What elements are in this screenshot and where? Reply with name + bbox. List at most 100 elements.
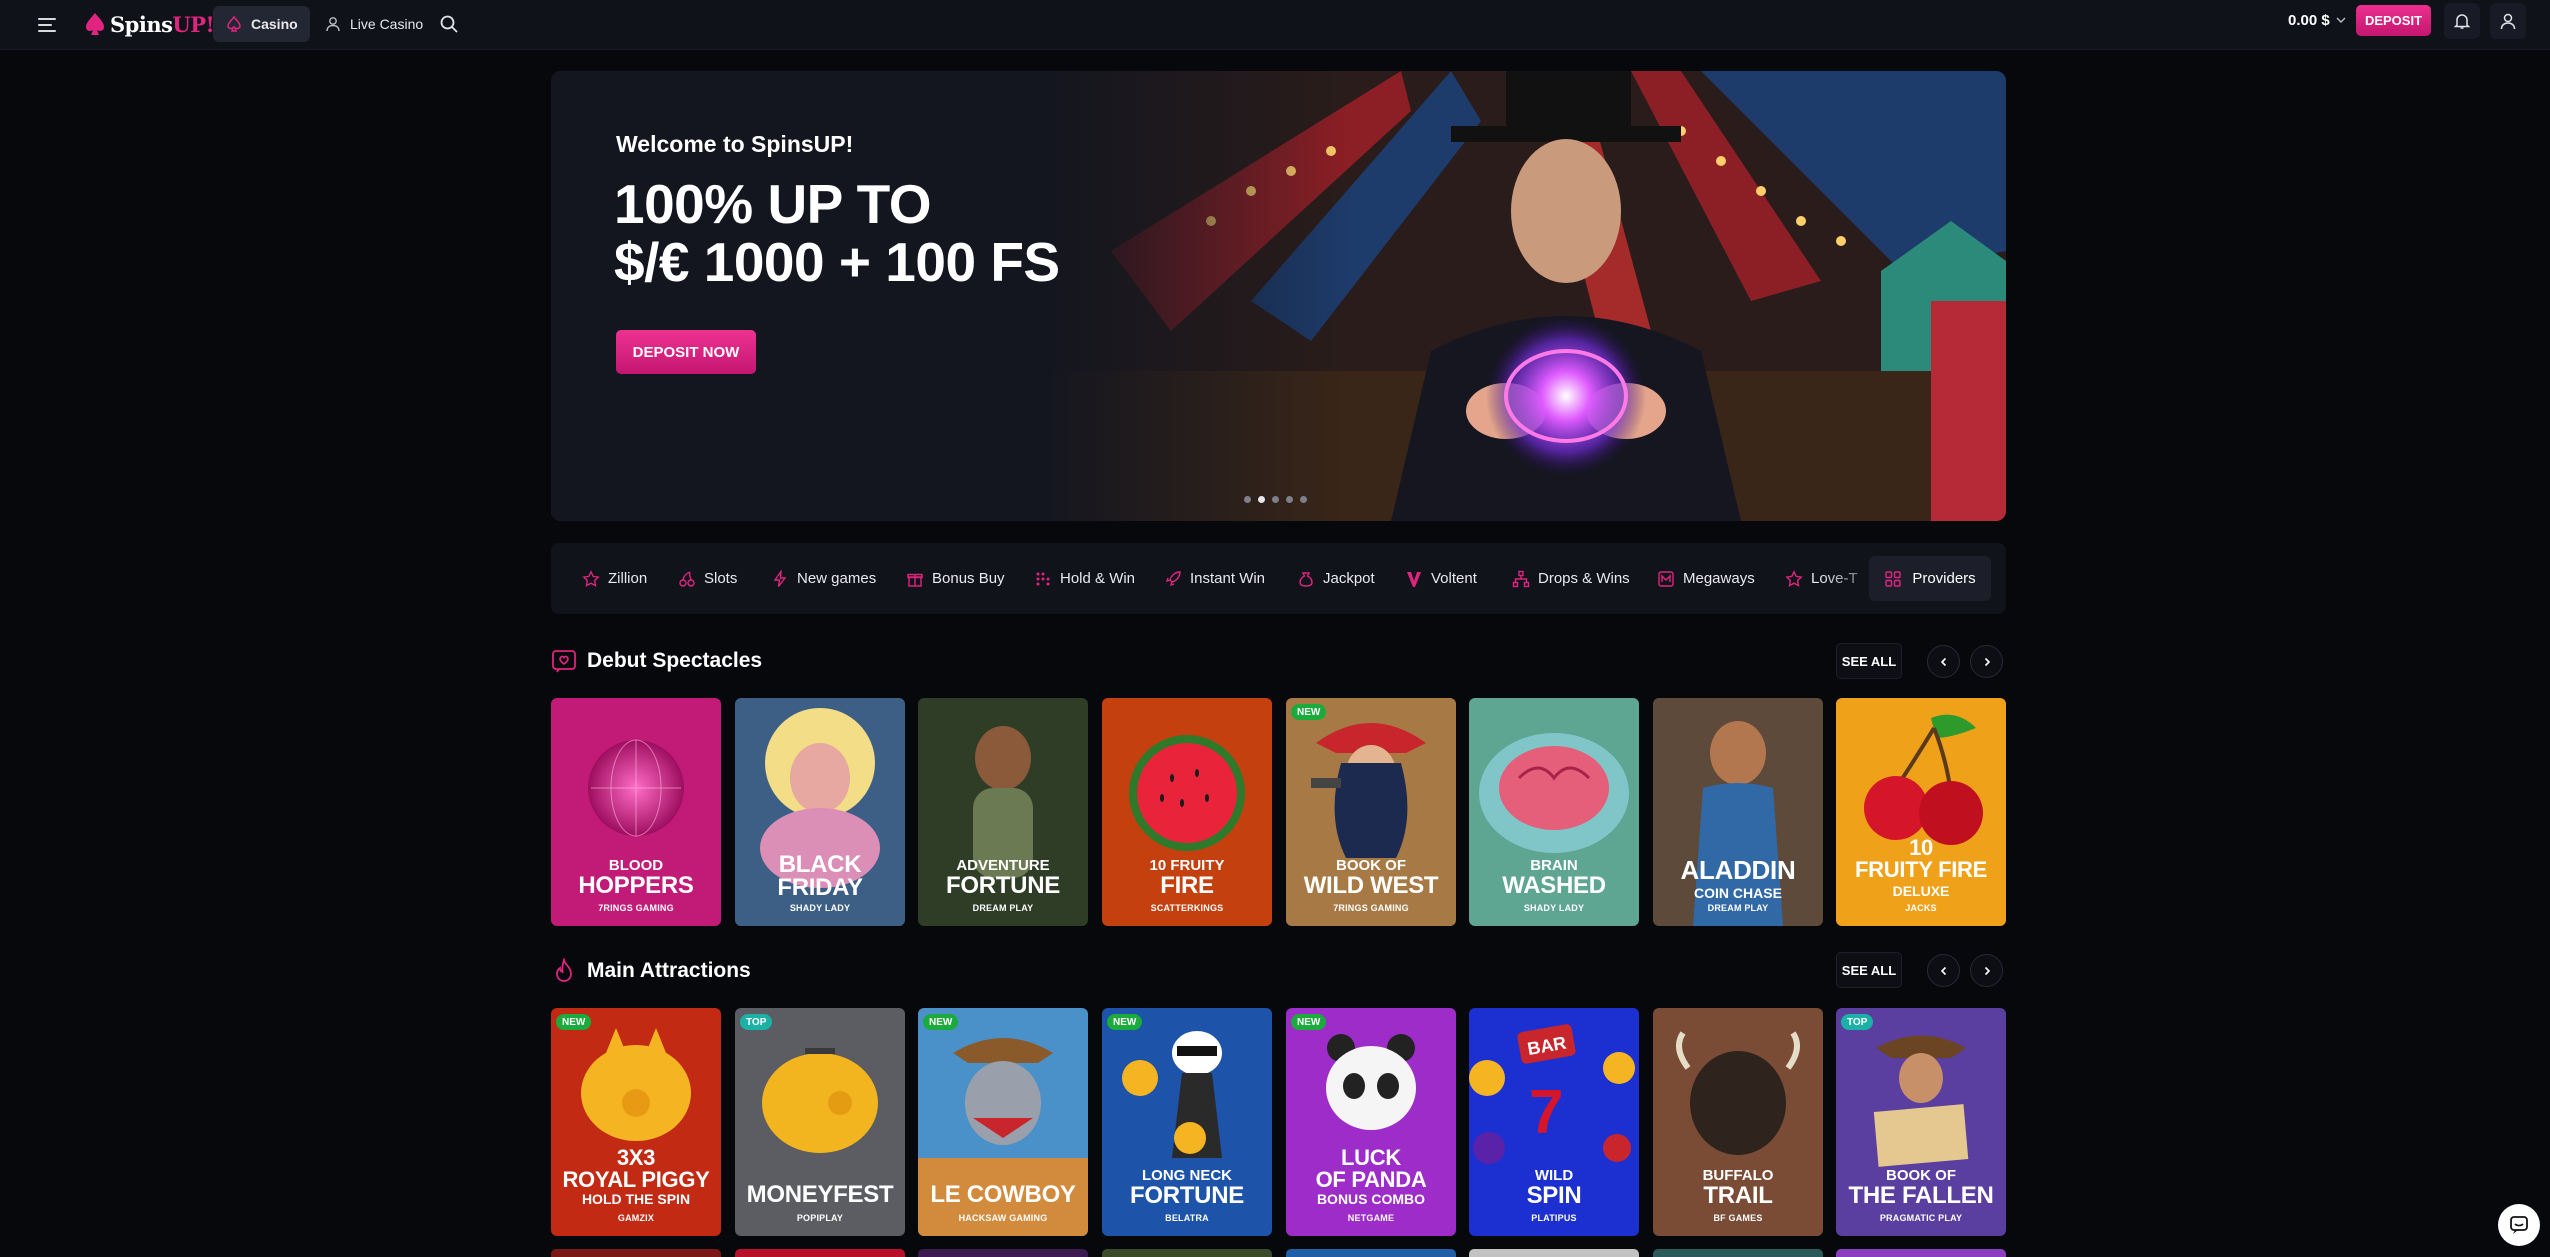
game-card[interactable]: NEW LONG NECK FORTUNE BELATRA	[1102, 1008, 1272, 1236]
network-icon	[1512, 570, 1530, 587]
scroll-right-button[interactable]	[1970, 645, 2003, 678]
category-new-games[interactable]: New games	[771, 543, 876, 614]
game-title: MONEYFEST	[746, 1181, 894, 1208]
carousel-dot[interactable]	[1300, 496, 1307, 503]
game-card-partial[interactable]	[918, 1249, 1088, 1257]
lightning-icon	[773, 569, 787, 587]
game-provider: NETGAME	[1347, 1213, 1395, 1223]
hero-banner[interactable]: Welcome to SpinsUP! 100% UP TO $/€ 1000 …	[551, 71, 2006, 521]
scroll-right-button[interactable]	[1970, 954, 2003, 987]
hero-title-line-2: $/€ 1000 + 100 FS	[614, 231, 1060, 293]
new-badge: NEW	[556, 1014, 592, 1030]
game-card[interactable]: BLACK FRIDAY SHADY LADY	[735, 698, 905, 926]
chevron-down-icon	[2336, 17, 2346, 23]
game-title: SPIN	[1526, 1182, 1582, 1209]
category-jackpot[interactable]: Jackpot	[1297, 543, 1375, 614]
category-megaways[interactable]: Megaways	[1657, 543, 1755, 614]
game-provider: BELATRA	[1165, 1213, 1209, 1223]
game-card[interactable]: NEW LUCK OF PANDA BONUS COMBO NETGAME	[1286, 1008, 1456, 1236]
game-card[interactable]: TOP MONEYFEST POPIPLAY	[735, 1008, 905, 1236]
game-card-partial[interactable]	[1653, 1249, 1823, 1257]
game-card[interactable]: ADVENTURE FORTUNE DREAM PLAY	[918, 698, 1088, 926]
game-subtitle: HOLD THE SPIN	[581, 1191, 691, 1207]
category-bar: Zillion Slots New games Bonus Buy Hold &…	[551, 543, 2006, 614]
top-bar: SpinsUP! Casino Live Casino 0.00 $ DEPOS…	[0, 0, 2550, 50]
scroll-left-button[interactable]	[1927, 954, 1960, 987]
new-badge: NEW	[1107, 1014, 1143, 1030]
section-title-debut-spectacles: Debut Spectacles	[551, 646, 762, 676]
search-icon	[440, 15, 458, 33]
game-provider: JACKS	[1905, 903, 1937, 913]
chevron-right-icon	[1984, 966, 1990, 975]
search-button[interactable]	[431, 6, 467, 42]
profile-button[interactable]	[2490, 3, 2526, 39]
game-card[interactable]: BRAIN WASHED SHADY LADY	[1469, 698, 1639, 926]
game-title: WASHED	[1502, 872, 1606, 899]
category-hold-and-win[interactable]: Hold & Win	[1034, 543, 1135, 614]
category-label: Instant Win	[1190, 570, 1266, 587]
grid-icon	[1885, 570, 1902, 587]
carousel-dot[interactable]	[1286, 496, 1293, 503]
category-bonus-buy[interactable]: Bonus Buy	[906, 543, 1005, 614]
live-chat-button[interactable]	[2498, 1204, 2540, 1246]
game-card[interactable]: 10 FRUITY FIRE DELUXE JACKS	[1836, 698, 2006, 926]
site-logo[interactable]: SpinsUP!	[84, 6, 215, 42]
menu-icon[interactable]	[30, 11, 66, 39]
game-title: BLACK FRIDAY	[777, 851, 863, 901]
gift-icon	[907, 573, 923, 587]
game-title: LE COWBOY	[930, 1181, 1076, 1208]
see-all-button[interactable]: SEE ALL	[1836, 643, 1902, 679]
carousel-dot[interactable]	[1244, 496, 1251, 503]
game-card[interactable]: ALADDIN COIN CHASE DREAM PLAY	[1653, 698, 1823, 926]
providers-label: Providers	[1912, 570, 1976, 587]
category-instant-win[interactable]: Instant Win	[1164, 543, 1265, 614]
category-label: Drops & Wins	[1538, 570, 1630, 587]
deposit-button[interactable]: DEPOSIT	[2356, 5, 2431, 36]
carousel-dot-active[interactable]	[1258, 496, 1265, 503]
category-drops-and-wins[interactable]: Drops & Wins	[1512, 543, 1630, 614]
providers-button[interactable]: Providers	[1869, 556, 1991, 601]
game-card[interactable]: BUFFALO TRAIL BF GAMES	[1653, 1008, 1823, 1236]
game-provider: SCATTERKINGS	[1150, 903, 1224, 913]
carousel-dots	[1244, 496, 1307, 503]
game-card[interactable]: NEW LE COWBOY HACKSAW GAMING	[918, 1008, 1088, 1236]
tab-live-casino[interactable]: Live Casino	[312, 6, 435, 42]
game-card-partial[interactable]	[1102, 1249, 1272, 1257]
heart-ticket-icon	[552, 650, 576, 673]
tab-casino[interactable]: Casino	[213, 6, 310, 42]
game-title: TRAIL	[1703, 1182, 1773, 1209]
game-title: THE FALLEN	[1848, 1182, 1994, 1209]
logo-spade-icon	[86, 13, 104, 35]
category-slots[interactable]: Slots	[678, 543, 737, 614]
balance-value: 0.00 $	[2288, 11, 2330, 29]
game-card-partial[interactable]	[735, 1249, 905, 1257]
game-card[interactable]: 10 FRUITY FIRE SCATTERKINGS	[1102, 698, 1272, 926]
bell-icon	[2453, 14, 2471, 29]
grid-dots-icon	[1036, 572, 1050, 585]
carousel-dot[interactable]	[1272, 496, 1279, 503]
scroll-left-button[interactable]	[1927, 645, 1960, 678]
game-provider: DREAM PLAY	[972, 903, 1034, 913]
logo-text: SpinsUP!	[110, 11, 215, 37]
category-zillion[interactable]: Zillion	[582, 543, 647, 614]
game-card-partial[interactable]	[1286, 1249, 1456, 1257]
game-subtitle: BONUS COMBO	[1316, 1191, 1426, 1207]
notifications-button[interactable]	[2444, 3, 2480, 39]
game-card-partial[interactable]	[1469, 1249, 1639, 1257]
deposit-now-button[interactable]: DEPOSIT NOW	[616, 330, 756, 374]
balance-dropdown[interactable]: 0.00 $	[2288, 0, 2346, 40]
game-card[interactable]: BAR 7 WILD SPIN PLATIPUS	[1469, 1008, 1639, 1236]
see-all-button[interactable]: SEE ALL	[1836, 952, 1902, 988]
game-card-partial[interactable]	[1836, 1249, 2006, 1257]
game-card[interactable]: TOP BOOK OF THE FALLEN PRAGMATIC PLAY	[1836, 1008, 2006, 1236]
game-title: WILD WEST	[1303, 872, 1439, 899]
game-card[interactable]: NEW BOOK OF WILD WEST 7RINGS GAMING	[1286, 698, 1456, 926]
category-voltent[interactable]: Voltent	[1405, 543, 1477, 614]
chevron-right-icon	[1984, 657, 1990, 666]
game-title: FORTUNE	[1130, 1182, 1244, 1209]
megaways-icon	[1658, 570, 1674, 587]
game-card-partial[interactable]	[551, 1249, 721, 1257]
game-card[interactable]: NEW 3X3 ROYAL PIGGY HOLD THE SPIN GAMZIX	[551, 1008, 721, 1236]
game-card[interactable]: BLOOD HOPPERS 7RINGS GAMING	[551, 698, 721, 926]
game-provider: PLATIPUS	[1531, 1213, 1577, 1223]
